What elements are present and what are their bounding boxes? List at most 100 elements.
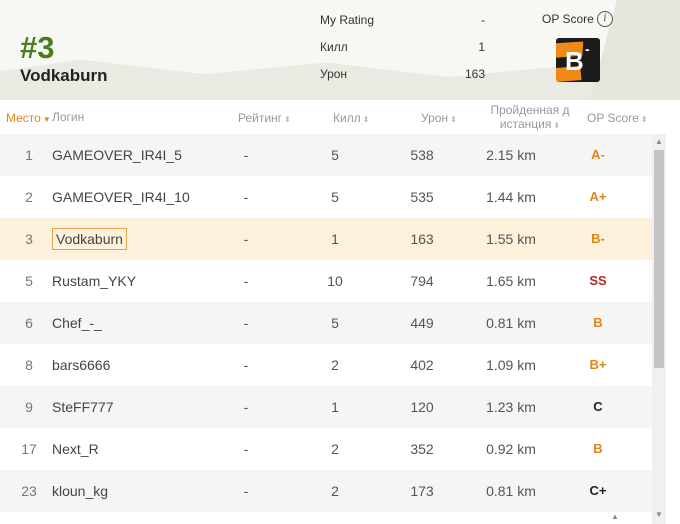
- stat-damage-value: 163: [464, 67, 485, 81]
- cell-rating: -: [243, 483, 249, 499]
- cell-op-score: B: [593, 441, 603, 456]
- op-score-badge-modifier: -: [585, 41, 590, 57]
- stat-kills-value: 1: [478, 40, 485, 54]
- cell-kills: 1: [331, 231, 339, 247]
- cell-rating: -: [243, 189, 249, 205]
- cell-place: 5: [25, 273, 33, 289]
- sort-icon: ⬍: [284, 115, 291, 124]
- cell-distance: 1.23 km: [486, 399, 536, 415]
- op-score-label: OP Score: [542, 12, 594, 26]
- cell-place: 23: [21, 483, 37, 499]
- op-score-badge: B -: [556, 38, 600, 82]
- cell-distance: 2.15 km: [486, 147, 536, 163]
- cell-kills: 2: [331, 357, 339, 373]
- cell-login[interactable]: Next_R: [52, 428, 99, 470]
- scroll-down-arrow-icon[interactable]: ▼: [655, 510, 663, 519]
- cell-login[interactable]: SteFF777: [52, 386, 113, 428]
- cell-login[interactable]: Chef_-_: [52, 302, 102, 344]
- sort-icon: ⬍: [553, 121, 561, 130]
- cell-rating: -: [243, 147, 249, 163]
- cell-login[interactable]: bars6666: [52, 344, 110, 386]
- cell-op-score: B: [593, 315, 603, 330]
- cell-distance: 0.81 km: [486, 315, 536, 331]
- scrollbar-thumb[interactable]: [654, 150, 664, 368]
- cell-op-score: C: [593, 399, 603, 414]
- cell-login[interactable]: GAMEOVER_IR4I_10: [52, 176, 190, 218]
- cell-place: 1: [25, 147, 33, 163]
- cell-damage: 163: [410, 231, 434, 247]
- table-row[interactable]: 6 Chef_-_ - 5 449 0.81 km B: [0, 302, 652, 344]
- cell-op-score: B-: [591, 231, 605, 246]
- sort-icon: ⬍: [640, 115, 648, 124]
- cell-op-score: A-: [591, 147, 605, 162]
- cell-place: 2: [25, 189, 33, 205]
- stat-rating-label: My Rating: [320, 13, 375, 27]
- cell-login[interactable]: GAMEOVER_IR4I_5: [52, 134, 182, 176]
- table-row[interactable]: 17 Next_R - 2 352 0.92 km B: [0, 428, 652, 470]
- cell-kills: 5: [331, 315, 339, 331]
- column-header-kills[interactable]: Килл ⬍: [333, 111, 369, 125]
- column-header-place[interactable]: Место ▼: [6, 111, 51, 125]
- table-row[interactable]: 5 Rustam_YKY - 10 794 1.65 km SS: [0, 260, 652, 302]
- cell-rating: -: [243, 315, 249, 331]
- cell-login[interactable]: Rustam_YKY: [52, 260, 136, 302]
- sort-icon: ⬍: [362, 115, 370, 124]
- cell-place: 6: [25, 315, 33, 331]
- column-header-distance[interactable]: Пройденная д истанция ⬍: [488, 103, 572, 133]
- cell-rating: -: [243, 231, 249, 247]
- cell-distance: 0.81 km: [486, 483, 536, 499]
- table-row[interactable]: 1 GAMEOVER_IR4I_5 - 5 538 2.15 km A-: [0, 134, 652, 176]
- table-header: Место ▼ Логин Рейтинг ⬍ Килл ⬍ Урон ⬍ Пройде…: [0, 100, 652, 135]
- column-header-op-score[interactable]: OP Score ⬍: [587, 111, 648, 125]
- cell-damage: 794: [410, 273, 434, 289]
- info-icon[interactable]: i: [597, 11, 613, 27]
- table-row-current-player[interactable]: 3 Vodkaburn - 1 163 1.55 km B-: [0, 218, 652, 260]
- cell-op-score: A+: [589, 189, 607, 204]
- cell-damage: 449: [410, 315, 434, 331]
- cell-rating: -: [243, 357, 249, 373]
- cell-damage: 173: [410, 483, 434, 499]
- summary-header: #3 Vodkaburn My Rating - Килл 1 Урон 163…: [0, 0, 680, 100]
- cell-op-score: C+: [589, 483, 607, 498]
- cell-kills: 2: [331, 483, 339, 499]
- cell-place: 17: [21, 441, 37, 457]
- cell-op-score: SS: [589, 273, 607, 288]
- cell-distance: 1.44 km: [486, 189, 536, 205]
- cell-damage: 535: [410, 189, 434, 205]
- cell-rating: -: [243, 441, 249, 457]
- player-rank: #3: [20, 30, 55, 65]
- table-row[interactable]: 8 bars6666 - 2 402 1.09 km B+: [0, 344, 652, 386]
- table-row[interactable]: 9 SteFF777 - 1 120 1.23 km C: [0, 386, 652, 428]
- column-header-damage[interactable]: Урон ⬍: [421, 111, 457, 125]
- cell-distance: 0.92 km: [486, 441, 536, 457]
- stat-damage-label: Урон: [320, 67, 348, 81]
- cell-login[interactable]: Vodkaburn: [52, 218, 127, 260]
- cell-distance: 1.09 km: [486, 357, 536, 373]
- cell-kills: 2: [331, 441, 339, 457]
- player-name: Vodkaburn: [20, 66, 108, 85]
- stat-kills-label: Килл: [320, 40, 348, 54]
- cell-place: 3: [25, 231, 33, 247]
- sort-desc-icon: ▼: [42, 115, 51, 124]
- column-header-rating[interactable]: Рейтинг ⬍: [238, 111, 291, 125]
- cell-damage: 352: [410, 441, 434, 457]
- table-row[interactable]: 2 GAMEOVER_IR4I_10 - 5 535 1.44 km A+: [0, 176, 652, 218]
- cell-place: 8: [25, 357, 33, 373]
- cell-place: 9: [25, 399, 33, 415]
- op-score-badge-letter: B: [565, 46, 584, 76]
- cell-distance: 1.55 km: [486, 231, 536, 247]
- stat-rating-value: -: [481, 13, 485, 27]
- cell-damage: 538: [410, 147, 434, 163]
- table-row[interactable]: 23 kloun_kg - 2 173 0.81 km C+: [0, 470, 652, 512]
- cell-op-score: B+: [589, 357, 607, 372]
- cell-damage: 402: [410, 357, 434, 373]
- scroll-indicator-icon: ▲: [611, 512, 619, 521]
- column-header-login[interactable]: Логин: [52, 110, 84, 124]
- cell-login[interactable]: kloun_kg: [52, 470, 108, 512]
- cell-rating: -: [243, 273, 249, 289]
- cell-kills: 5: [331, 189, 339, 205]
- sort-icon: ⬍: [450, 115, 457, 124]
- scroll-up-arrow-icon[interactable]: ▲: [655, 137, 663, 146]
- cell-rating: -: [243, 399, 249, 415]
- cell-damage: 120: [410, 399, 434, 415]
